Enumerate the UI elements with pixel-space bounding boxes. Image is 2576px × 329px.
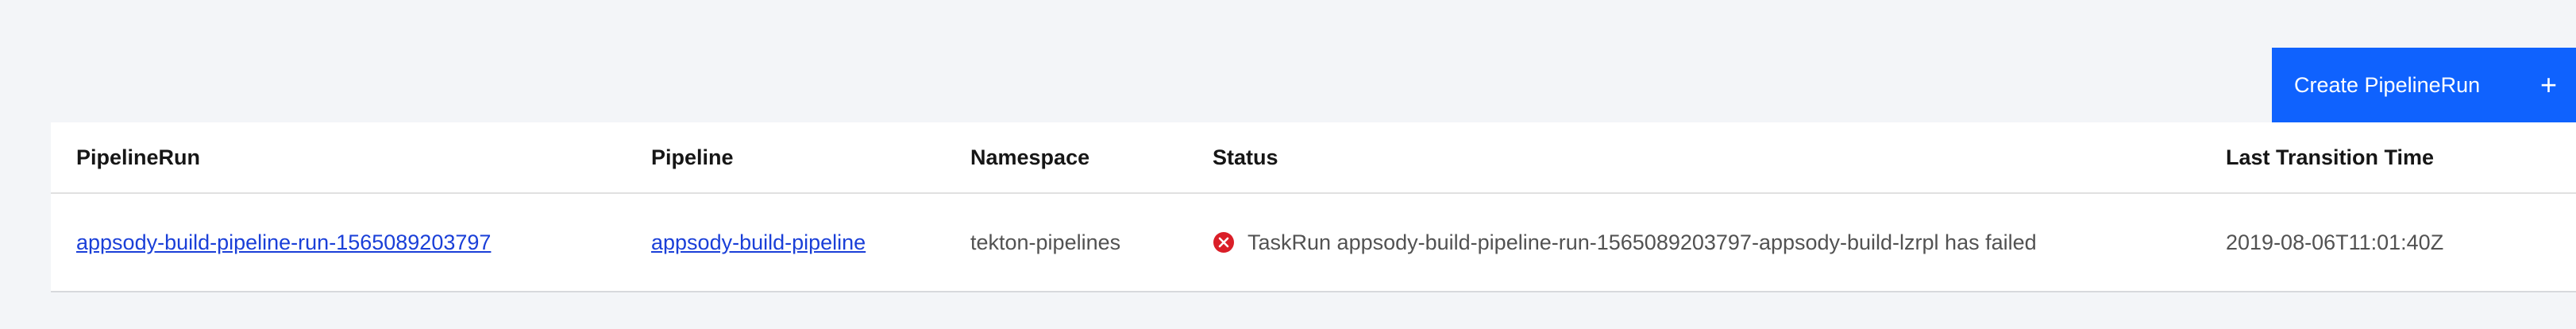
pipelineruns-page: Create PipelineRun + PipelineRun Pipelin…	[0, 0, 2576, 329]
column-header-pipelinerun[interactable]: PipelineRun	[51, 122, 626, 194]
column-header-namespace[interactable]: Namespace	[945, 122, 1187, 194]
pipelinerun-cell: appsody-build-pipeline-run-1565089203797	[51, 193, 626, 291]
column-header-status[interactable]: Status	[1187, 122, 2200, 194]
last-transition-time-cell: 2019-08-06T11:01:40Z	[2226, 230, 2444, 254]
create-pipelinerun-button[interactable]: Create PipelineRun +	[2272, 48, 2576, 122]
column-header-last-transition-time[interactable]: Last Transition Time	[2200, 122, 2576, 194]
pipelinerun-link[interactable]: appsody-build-pipeline-run-1565089203797	[76, 230, 491, 254]
table-header-row: PipelineRun Pipeline Namespace Status La…	[51, 122, 2576, 194]
pipeline-cell: appsody-build-pipeline	[626, 193, 945, 291]
status-cell: TaskRun appsody-build-pipeline-run-15650…	[1213, 194, 2200, 291]
namespace-cell: tekton-pipelines	[970, 230, 1121, 254]
error-icon	[1213, 231, 1235, 254]
pipelineruns-table: PipelineRun Pipeline Namespace Status La…	[51, 122, 2576, 292]
plus-icon: +	[2539, 68, 2557, 101]
status-cell-container: TaskRun appsody-build-pipeline-run-15650…	[1187, 193, 2200, 291]
column-header-pipeline[interactable]: Pipeline	[626, 122, 945, 194]
toolbar: Create PipelineRun +	[2272, 48, 2576, 122]
table-row: appsody-build-pipeline-run-1565089203797…	[51, 193, 2576, 291]
status-text: TaskRun appsody-build-pipeline-run-15650…	[1248, 230, 2037, 254]
create-pipelinerun-label: Create PipelineRun	[2294, 72, 2481, 97]
pipeline-link[interactable]: appsody-build-pipeline	[651, 230, 866, 254]
